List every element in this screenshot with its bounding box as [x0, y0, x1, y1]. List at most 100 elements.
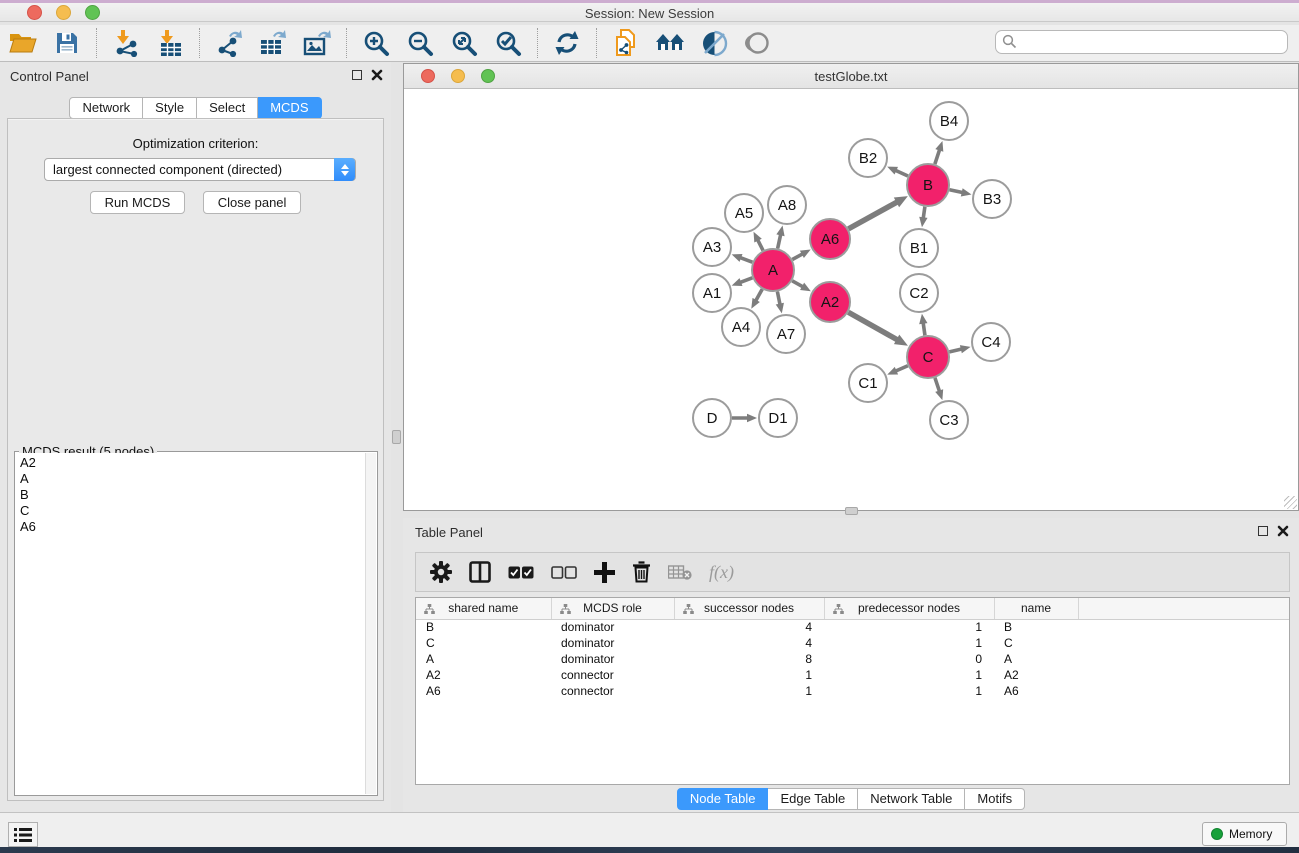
table-row[interactable]: Cdominator41C	[416, 635, 1290, 651]
close-panel-button[interactable]: Close panel	[203, 191, 302, 214]
import-table-icon[interactable]	[155, 28, 185, 58]
float-panel-icon[interactable]	[352, 70, 362, 80]
table-cell[interactable]: 0	[824, 651, 994, 667]
refresh-layout-icon[interactable]	[552, 28, 582, 58]
graph-edge-A-A4[interactable]	[755, 289, 762, 302]
graph-edge-A-A3[interactable]	[739, 257, 752, 262]
column-header-predecessor-nodes[interactable]: predecessor nodes	[824, 598, 994, 619]
table-cell[interactable]: 1	[824, 683, 994, 699]
graph-edge-C-C4[interactable]	[949, 349, 962, 352]
export-table-icon[interactable]	[258, 28, 288, 58]
mcds-result-item[interactable]: A6	[16, 519, 365, 535]
tab-network-table[interactable]: Network Table	[858, 788, 965, 810]
mcds-result-scrollbar[interactable]	[365, 453, 376, 794]
table-cell[interactable]: B	[994, 619, 1078, 635]
mcds-result-item[interactable]: C	[16, 503, 365, 519]
bird-eye-view-icon[interactable]	[743, 28, 773, 58]
table-cell[interactable]: 1	[824, 619, 994, 635]
table-cell[interactable]: A	[994, 651, 1078, 667]
add-column-icon[interactable]	[594, 562, 615, 583]
table-cell[interactable]: A2	[994, 667, 1078, 683]
tab-motifs[interactable]: Motifs	[965, 788, 1025, 810]
close-table-panel-icon[interactable]	[1277, 525, 1289, 537]
table-cell[interactable]: 1	[674, 667, 824, 683]
table-cell[interactable]: 4	[674, 635, 824, 651]
table-cell[interactable]: 1	[674, 683, 824, 699]
table-row[interactable]: Adominator80A	[416, 651, 1290, 667]
graph-edge-C-C2[interactable]	[923, 322, 925, 335]
table-cell[interactable]: 1	[824, 635, 994, 651]
table-cell[interactable]: 1	[824, 667, 994, 683]
graph-edge-A-A7[interactable]	[777, 292, 780, 306]
houses-icon[interactable]	[655, 28, 685, 58]
window-resize-grip[interactable]	[1284, 496, 1297, 509]
split-columns-icon[interactable]	[469, 561, 491, 583]
export-network-icon[interactable]	[214, 28, 244, 58]
network-window-titlebar[interactable]: testGlobe.txt	[404, 64, 1298, 89]
table-cell[interactable]: A6	[416, 683, 551, 699]
mcds-result-item[interactable]: A2	[16, 455, 365, 471]
table-cell[interactable]: C	[994, 635, 1078, 651]
graph-edge-B-B2[interactable]	[894, 170, 907, 176]
zoom-out-icon[interactable]	[405, 28, 435, 58]
graph-edge-A-A1[interactable]	[739, 278, 752, 283]
graph-edge-A6-B[interactable]	[848, 201, 898, 228]
zoom-in-icon[interactable]	[361, 28, 391, 58]
table-cell[interactable]: connector	[551, 683, 674, 699]
optimization-criterion-select[interactable]: largest connected component (directed)	[44, 158, 356, 181]
table-cell[interactable]: 4	[674, 619, 824, 635]
table-cell[interactable]: B	[416, 619, 551, 635]
column-header-name[interactable]: name	[994, 598, 1078, 619]
tab-node-table[interactable]: Node Table	[677, 788, 769, 810]
zoom-fit-icon[interactable]	[449, 28, 479, 58]
delete-column-icon[interactable]	[632, 561, 651, 583]
gear-icon[interactable]	[430, 561, 452, 583]
select-all-checkboxes-icon[interactable]	[508, 566, 534, 579]
table-cell[interactable]: dominator	[551, 635, 674, 651]
table-row[interactable]: Bdominator41B	[416, 619, 1290, 635]
table-cell[interactable]: A6	[994, 683, 1078, 699]
table-cell[interactable]: dominator	[551, 651, 674, 667]
network-canvas[interactable]: B4B2BB3A8A5A6A3B1AA1C2A2A4A7C4CC1C3DD1	[404, 89, 1298, 510]
float-table-panel-icon[interactable]	[1258, 526, 1268, 536]
import-network-icon[interactable]	[111, 28, 141, 58]
memory-button[interactable]: Memory	[1202, 822, 1287, 846]
tab-select[interactable]: Select	[197, 97, 258, 119]
function-builder-icon[interactable]: f(x)	[709, 562, 734, 583]
delete-table-icon[interactable]	[668, 564, 692, 581]
mcds-result-item[interactable]: B	[16, 487, 365, 503]
column-header-successor-nodes[interactable]: successor nodes	[674, 598, 824, 619]
table-cell[interactable]: A2	[416, 667, 551, 683]
table-cell[interactable]: A	[416, 651, 551, 667]
table-cell[interactable]: 8	[674, 651, 824, 667]
column-header-shared-name[interactable]: shared name	[416, 598, 551, 619]
tab-edge-table[interactable]: Edge Table	[768, 788, 858, 810]
graph-edge-B-B4[interactable]	[935, 149, 940, 165]
table-cell[interactable]: connector	[551, 667, 674, 683]
horizontal-scrollbar-thumb[interactable]	[845, 507, 858, 515]
run-mcds-button[interactable]: Run MCDS	[90, 191, 186, 214]
task-history-button[interactable]	[8, 822, 38, 847]
graph-edge-B-B3[interactable]	[949, 190, 963, 193]
vertical-scrollbar-thumb[interactable]	[392, 430, 401, 444]
tab-style[interactable]: Style	[143, 97, 197, 119]
table-row[interactable]: A6connector11A6	[416, 683, 1290, 699]
select-stepper-icon[interactable]	[334, 158, 355, 181]
tab-mcds[interactable]: MCDS	[258, 97, 321, 119]
search-input[interactable]	[995, 30, 1288, 54]
graph-edge-A2-C[interactable]	[848, 312, 898, 340]
export-image-icon[interactable]	[302, 28, 332, 58]
open-folder-icon[interactable]	[8, 28, 38, 58]
table-cell[interactable]: dominator	[551, 619, 674, 635]
column-header-mcds-role[interactable]: MCDS role	[551, 598, 674, 619]
zoom-selected-icon[interactable]	[493, 28, 523, 58]
deselect-all-checkboxes-icon[interactable]	[551, 566, 577, 579]
mcds-result-item[interactable]: A	[16, 471, 365, 487]
hide-details-icon[interactable]	[699, 28, 729, 58]
table-cell[interactable]: C	[416, 635, 551, 651]
graph-edge-C-C1[interactable]	[895, 366, 908, 372]
copy-network-icon[interactable]	[611, 28, 641, 58]
table-row[interactable]: A2connector11A2	[416, 667, 1290, 683]
graph-edge-A-A2[interactable]	[792, 281, 804, 288]
close-panel-icon[interactable]	[371, 69, 383, 81]
